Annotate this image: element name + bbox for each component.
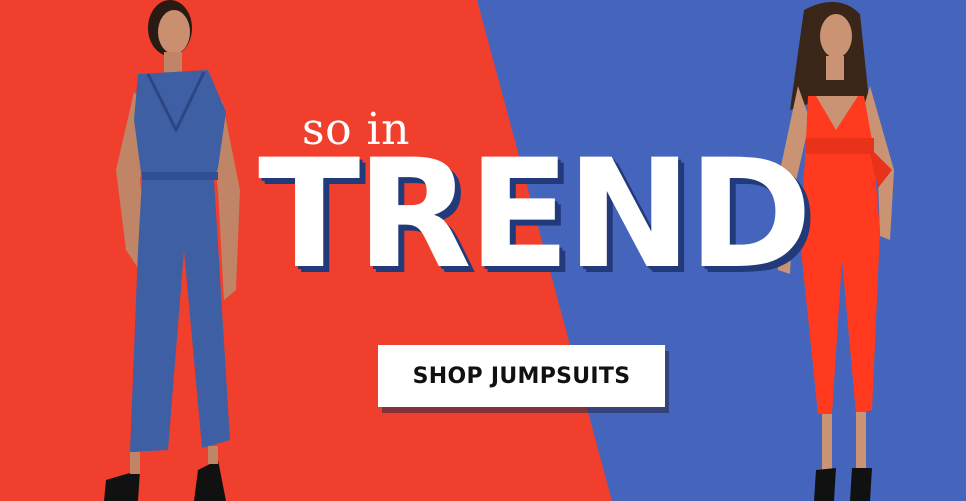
shop-jumpsuits-button[interactable]: SHOP JUMPSUITS bbox=[378, 345, 665, 407]
headline-trend: TREND bbox=[258, 128, 812, 302]
model-blue-jumpsuit-image bbox=[90, 0, 270, 501]
promo-banner[interactable]: so in TREND SHOP JUMPSUITS bbox=[0, 0, 966, 501]
